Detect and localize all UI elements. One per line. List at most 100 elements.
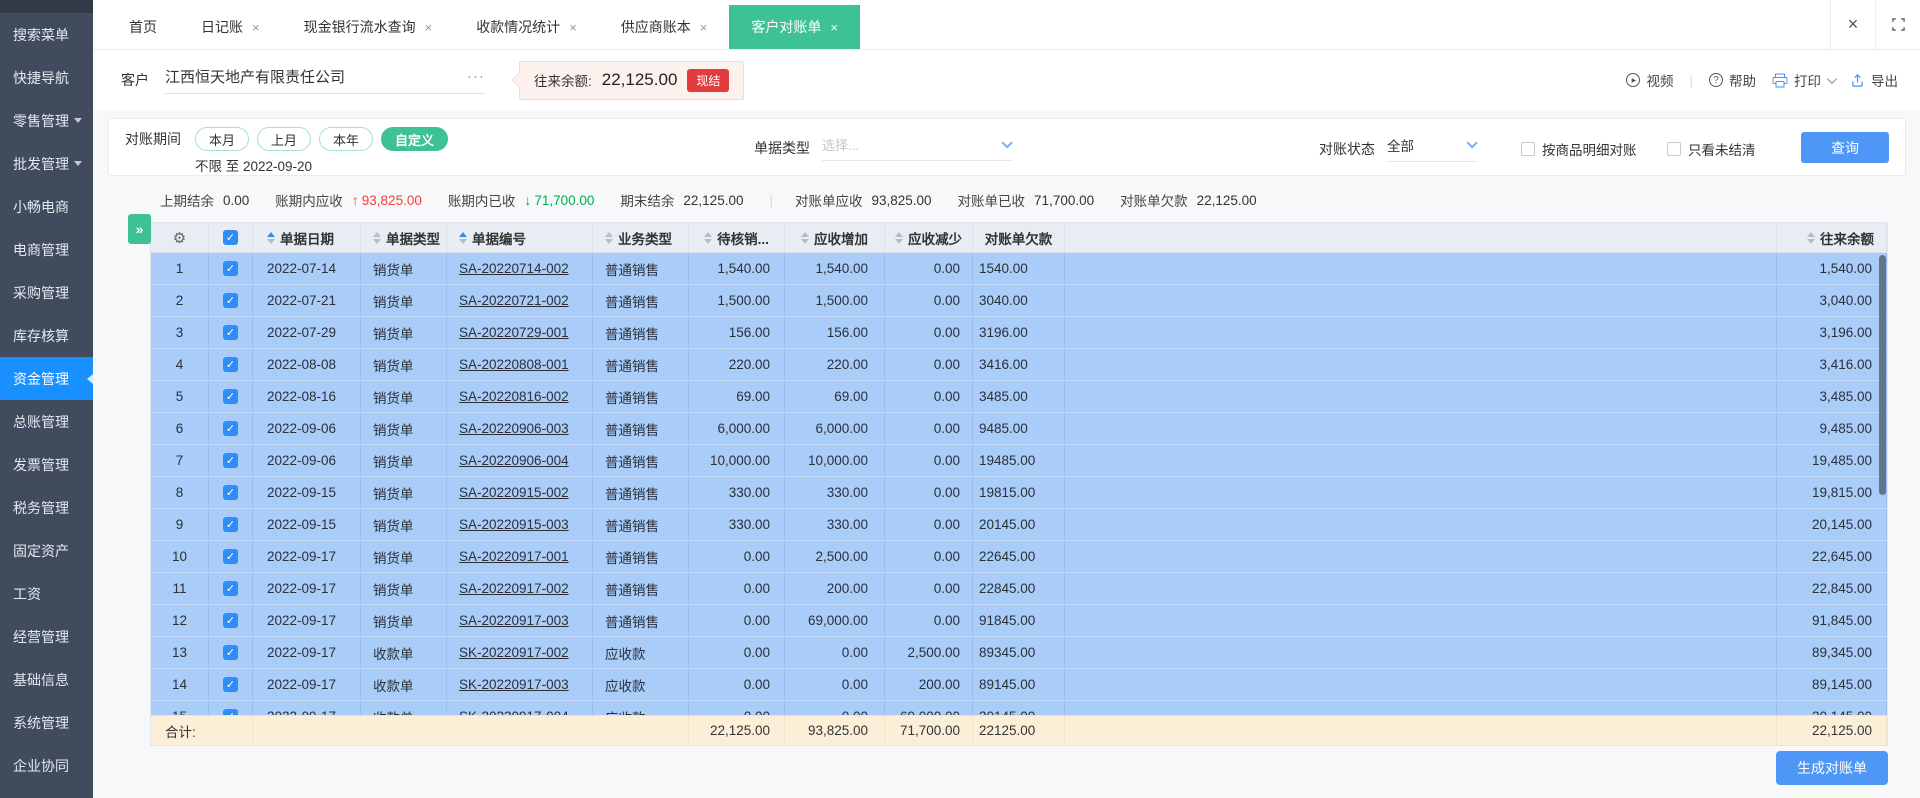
sidebar-item-系统管理[interactable]: 系统管理	[0, 701, 93, 744]
video-button[interactable]: 视频	[1626, 70, 1673, 90]
row-checkbox[interactable]	[223, 549, 238, 564]
tab-收款情况统计[interactable]: 收款情况统计 ×	[454, 5, 599, 49]
more-icon[interactable]: ···	[467, 68, 485, 85]
table-row[interactable]: 82022-09-15销货单SA-20220915-002普通销售330.003…	[151, 477, 1887, 509]
row-checkbox[interactable]	[223, 613, 238, 628]
fullscreen-button[interactable]	[1875, 0, 1920, 49]
table-row[interactable]: 32022-07-29销货单SA-20220729-001普通销售156.001…	[151, 317, 1887, 349]
document-link[interactable]: SA-20220808-001	[459, 357, 569, 372]
sidebar-item-税务管理[interactable]: 税务管理	[0, 486, 93, 529]
col-header-balance[interactable]: 往来余额	[1777, 223, 1887, 252]
table-row[interactable]: 122022-09-17销货单SA-20220917-003普通销售0.0069…	[151, 605, 1887, 637]
row-checkbox[interactable]	[223, 261, 238, 276]
document-link[interactable]: SA-20220917-002	[459, 581, 569, 596]
document-link[interactable]: SA-20220917-003	[459, 613, 569, 628]
period-chip-上月[interactable]: 上月	[257, 127, 312, 151]
expand-panel-button[interactable]: »	[128, 214, 151, 244]
col-header-check[interactable]	[209, 223, 253, 252]
table-row[interactable]: 12022-07-14销货单SA-20220714-002普通销售1,540.0…	[151, 253, 1887, 285]
sidebar-item-固定资产[interactable]: 固定资产	[0, 529, 93, 572]
table-row[interactable]: 112022-09-17销货单SA-20220917-002普通销售0.0020…	[151, 573, 1887, 605]
sidebar-item-零售管理[interactable]: 零售管理	[0, 99, 93, 142]
close-icon[interactable]: ×	[252, 21, 260, 34]
col-header-num[interactable]: ⚙	[151, 223, 209, 252]
document-link[interactable]: SA-20220714-002	[459, 261, 569, 276]
gear-icon[interactable]: ⚙	[173, 229, 186, 247]
tab-首页[interactable]: 首页	[107, 5, 179, 49]
sidebar-item-电商管理[interactable]: 电商管理	[0, 228, 93, 271]
table-row[interactable]: 102022-09-17销货单SA-20220917-001普通销售0.002,…	[151, 541, 1887, 573]
sidebar-item-企业协同[interactable]: 企业协同	[0, 744, 93, 787]
sidebar-item-小畅电商[interactable]: 小畅电商	[0, 185, 93, 228]
unsettled-checkbox[interactable]: 只看未结清	[1667, 139, 1756, 159]
document-link[interactable]: SK-20220917-003	[459, 677, 569, 692]
document-link[interactable]: SA-20220729-001	[459, 325, 569, 340]
table-row[interactable]: 152022-09-17收款单SK-20220917-004应收款0.000.0…	[151, 701, 1887, 715]
status-select[interactable]: 对账状态 全部	[1319, 135, 1478, 162]
document-link[interactable]: SA-20220816-002	[459, 389, 569, 404]
row-checkbox[interactable]	[223, 325, 238, 340]
sidebar-item-资金管理[interactable]: 资金管理	[0, 357, 93, 400]
row-checkbox[interactable]	[223, 709, 238, 715]
sidebar-item-批发管理[interactable]: 批发管理	[0, 142, 93, 185]
print-button[interactable]: 打印	[1772, 70, 1837, 90]
document-link[interactable]: SA-20220915-003	[459, 517, 569, 532]
col-header-code[interactable]: 单据编号	[447, 223, 593, 252]
col-header-date[interactable]: 单据日期	[253, 223, 361, 252]
col-header-dec[interactable]: 应收减少	[885, 223, 973, 252]
detail-checkbox[interactable]: 按商品明细对账	[1521, 139, 1637, 159]
sidebar-item-搜索菜单[interactable]: 搜索菜单	[0, 13, 93, 56]
col-header-inc[interactable]: 应收增加	[785, 223, 885, 252]
select-all-checkbox[interactable]	[223, 230, 238, 245]
doc-type-select[interactable]: 单据类型 选择...	[754, 135, 1013, 161]
help-button[interactable]: 帮助	[1709, 70, 1756, 90]
vertical-scrollbar[interactable]	[1879, 255, 1886, 495]
row-checkbox[interactable]	[223, 581, 238, 596]
row-checkbox[interactable]	[223, 357, 238, 372]
period-chip-本年[interactable]: 本年	[319, 127, 374, 151]
table-row[interactable]: 52022-08-16销货单SA-20220816-002普通销售69.0069…	[151, 381, 1887, 413]
col-header-debt[interactable]: 对账单欠款	[973, 223, 1065, 252]
close-icon[interactable]: ×	[425, 21, 433, 34]
row-checkbox[interactable]	[223, 421, 238, 436]
table-row[interactable]: 22022-07-21销货单SA-20220721-002普通销售1,500.0…	[151, 285, 1887, 317]
search-button[interactable]: 查询	[1801, 132, 1889, 163]
period-chip-本月[interactable]: 本月	[195, 127, 250, 151]
document-link[interactable]: SA-20220915-002	[459, 485, 569, 500]
close-icon[interactable]: ×	[569, 21, 577, 34]
table-row[interactable]: 92022-09-15销货单SA-20220915-003普通销售330.003…	[151, 509, 1887, 541]
table-row[interactable]: 142022-09-17收款单SK-20220917-003应收款0.000.0…	[151, 669, 1887, 701]
row-checkbox[interactable]	[223, 645, 238, 660]
row-checkbox[interactable]	[223, 389, 238, 404]
document-link[interactable]: SK-20220917-002	[459, 645, 569, 660]
close-icon[interactable]: ×	[830, 21, 838, 34]
col-header-type[interactable]: 单据类型	[361, 223, 447, 252]
row-checkbox[interactable]	[223, 517, 238, 532]
sidebar-item-快捷导航[interactable]: 快捷导航	[0, 56, 93, 99]
col-header-pending[interactable]: 待核销...	[689, 223, 785, 252]
sidebar-item-发票管理[interactable]: 发票管理	[0, 443, 93, 486]
document-link[interactable]: SA-20220917-001	[459, 549, 569, 564]
sidebar-item-采购管理[interactable]: 采购管理	[0, 271, 93, 314]
period-chip-自定义[interactable]: 自定义	[381, 127, 449, 151]
col-header-biz[interactable]: 业务类型	[593, 223, 689, 252]
row-checkbox[interactable]	[223, 677, 238, 692]
table-row[interactable]: 132022-09-17收款单SK-20220917-002应收款0.000.0…	[151, 637, 1887, 669]
tab-客户对账单[interactable]: 客户对账单 ×	[729, 5, 860, 49]
table-row[interactable]: 62022-09-06销货单SA-20220906-003普通销售6,000.0…	[151, 413, 1887, 445]
document-link[interactable]: SA-20220906-003	[459, 421, 569, 436]
row-checkbox[interactable]	[223, 453, 238, 468]
sidebar-item-基础信息[interactable]: 基础信息	[0, 658, 93, 701]
row-checkbox[interactable]	[223, 485, 238, 500]
row-checkbox[interactable]	[223, 293, 238, 308]
customer-select[interactable]: 江西恒天地产有限责任公司 ···	[165, 66, 485, 94]
tab-现金银行流水查询[interactable]: 现金银行流水查询 ×	[282, 5, 455, 49]
document-link[interactable]: SA-20220721-002	[459, 293, 569, 308]
generate-statement-button[interactable]: 生成对账单	[1776, 751, 1888, 785]
tab-供应商账本[interactable]: 供应商账本 ×	[599, 5, 730, 49]
close-icon[interactable]: ×	[700, 21, 708, 34]
table-row[interactable]: 42022-08-08销货单SA-20220808-001普通销售220.002…	[151, 349, 1887, 381]
table-row[interactable]: 72022-09-06销货单SA-20220906-004普通销售10,000.…	[151, 445, 1887, 477]
sidebar-item-经营管理[interactable]: 经营管理	[0, 615, 93, 658]
sidebar-item-库存核算[interactable]: 库存核算	[0, 314, 93, 357]
